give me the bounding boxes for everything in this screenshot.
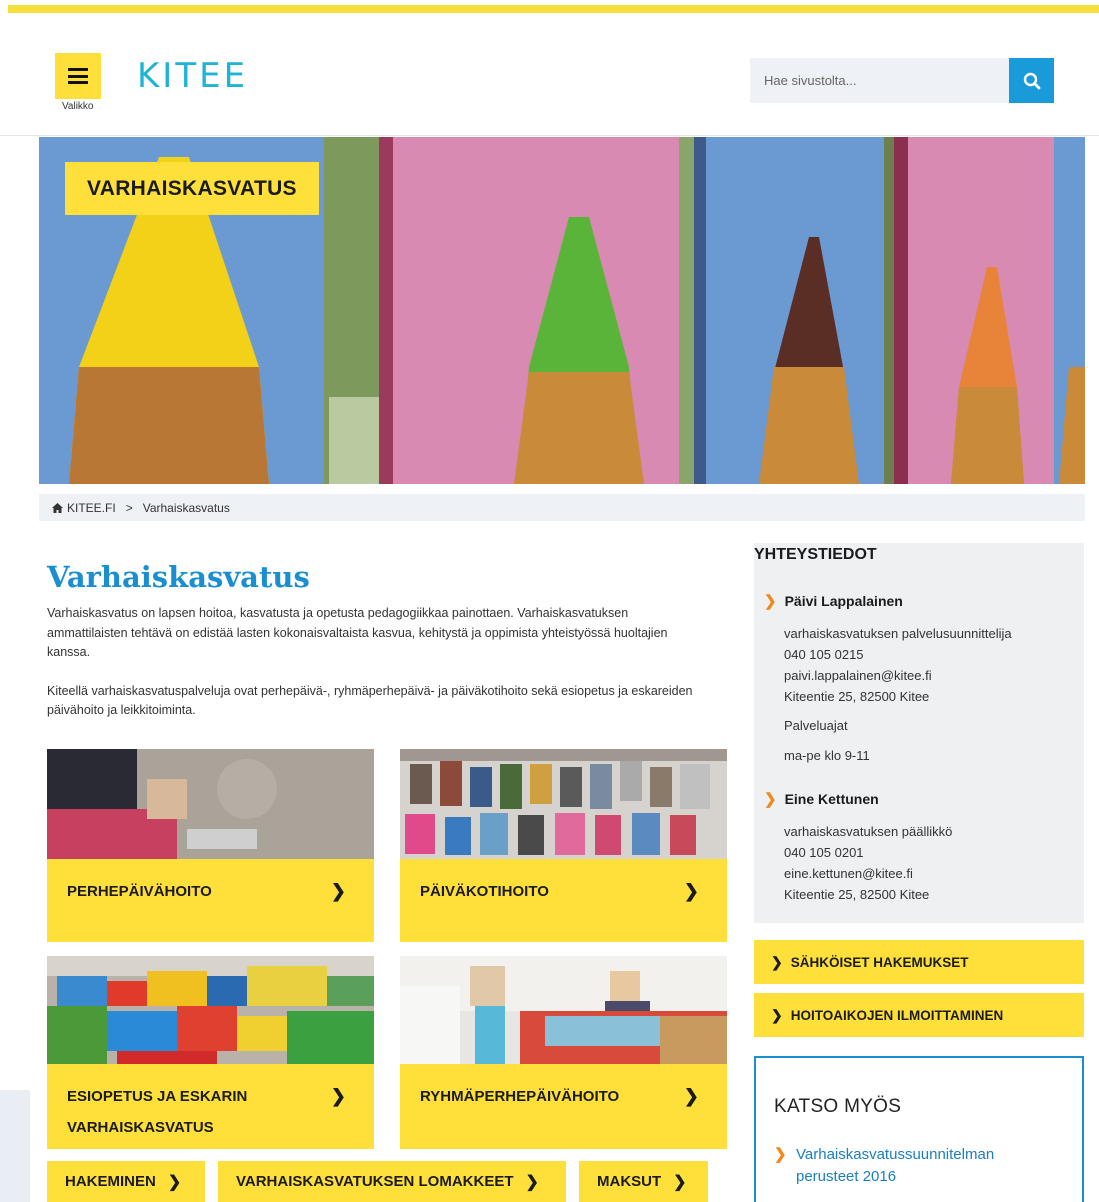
see-also-title: KATSO MYÖS [774, 1096, 902, 1117]
contact-title: varhaiskasvatuksen päällikkö [784, 824, 953, 839]
chevron-right-icon: ❯ [330, 881, 346, 901]
contact-phone[interactable]: 040 105 0201 [784, 842, 952, 863]
see-also-panel: KATSO MYÖS ❯ Varhaiskasvatussuunnitelman… [754, 1056, 1084, 1202]
card-paivakotihoito[interactable]: PÄIVÄKOTIHOITO ❯ [400, 749, 727, 942]
card-label: PÄIVÄKOTIHOITO [420, 883, 549, 900]
contact-name-text: Päivi Lappalainen [784, 593, 903, 609]
page-edge-shade [0, 1090, 30, 1202]
contact-email[interactable]: paivi.lappalainen@kitee.fi [784, 665, 1012, 686]
top-accent-line [8, 5, 1099, 13]
hamburger-icon [68, 68, 88, 84]
contact-details: varhaiskasvatuksen palvelusuunnittelija … [784, 623, 1012, 766]
intro-paragraph: Varhaiskasvatus on lapsen hoitoa, kasvat… [47, 606, 668, 659]
button-label: HAKEMINEN [65, 1173, 156, 1190]
search-bar [750, 58, 1054, 103]
contact-title: varhaiskasvatuksen palvelusuunnittelija [784, 626, 1012, 641]
child-chalk-photo [47, 749, 374, 859]
chevron-right-icon: ❯ [771, 1006, 783, 1023]
chevron-right-icon: ❯ [683, 1086, 699, 1106]
button-label: VARHAISKASVATUKSEN LOMAKKEET [236, 1173, 514, 1190]
search-input[interactable] [750, 58, 1009, 103]
breadcrumb: KITEE.FI > Varhaiskasvatus [39, 494, 1085, 521]
breadcrumb-current: Varhaiskasvatus [142, 500, 230, 515]
contact-address: Kiteentie 25, 82500 Kitee [784, 887, 930, 902]
shoe-rack-photo [400, 749, 727, 859]
hakeminen-button[interactable]: HAKEMINEN ❯ [47, 1161, 205, 1202]
section-badge: VARHAISKASVATUS [65, 162, 319, 215]
menu-label: Valikko [62, 101, 94, 112]
lomakkeet-button[interactable]: VARHAISKASVATUKSEN LOMAKKEET ❯ [218, 1161, 566, 1202]
top-accent-bar [0, 0, 1099, 13]
contact-phone[interactable]: 040 105 0215 [784, 644, 1012, 665]
contact-name: ❯ Päivi Lappalainen [764, 592, 903, 610]
page-title: Varhaiskasvatus [47, 560, 310, 594]
breadcrumb-home-link[interactable]: KITEE.FI [67, 501, 116, 515]
card-perhepaivahoito[interactable]: PERHEPÄIVÄHOITO ❯ [47, 749, 374, 942]
contact-name: ❯ Eine Kettunen [764, 790, 879, 808]
button-label: MAKSUT [597, 1173, 662, 1190]
chevron-right-icon: ❯ [683, 881, 699, 901]
electronic-applications-button[interactable]: ❯ SÄHKÖISET HAKEMUKSET [754, 940, 1084, 984]
service-hours: ma-pe klo 9-11 [784, 748, 870, 763]
chevron-right-icon: ❯ [525, 1173, 539, 1191]
care-times-button[interactable]: ❯ HOITOAIKOJEN ILMOITTAMINEN [754, 993, 1084, 1037]
contact-details: varhaiskasvatuksen päällikkö 040 105 020… [784, 821, 952, 905]
contacts-title: YHTEYSTIEDOT [754, 546, 877, 563]
button-label: SÄHKÖISET HAKEMUKSET [790, 954, 969, 970]
home-icon [52, 502, 63, 513]
intro-text: Varhaiskasvatus on lapsen hoitoa, kasvat… [47, 604, 707, 721]
search-button[interactable] [1009, 58, 1054, 103]
card-label-area: ESIOPETUS JA ESKARIN VARHAISKASVATUS ❯ [47, 1064, 374, 1149]
site-header: Valikko KITEE [0, 13, 1099, 136]
card-label: PERHEPÄIVÄHOITO [67, 883, 212, 900]
contact-address: Kiteentie 25, 82500 Kitee [784, 689, 930, 704]
arrow-right-icon: ❯ [764, 593, 777, 610]
card-ryhmaperhepaivahoito[interactable]: RYHMÄPERHEPÄIVÄHOITO ❯ [400, 956, 727, 1149]
card-label: RYHMÄPERHEPÄIVÄHOITO [420, 1088, 620, 1105]
breadcrumb-separator: > [125, 500, 133, 515]
contact-email[interactable]: eine.kettunen@kitee.fi [784, 863, 952, 884]
chevron-right-icon: ❯ [330, 1086, 346, 1106]
card-label-area: PERHEPÄIVÄHOITO ❯ [47, 859, 374, 942]
see-also-link-label: Varhaiskasvatussuunnitelman perusteet 20… [796, 1146, 995, 1185]
menu-button[interactable] [55, 53, 101, 99]
children-puzzle-photo [400, 956, 727, 1064]
lego-blocks-photo [47, 956, 374, 1064]
button-label: HOITOAIKOJEN ILMOITTAMINEN [790, 1007, 1004, 1023]
arrow-right-icon: ❯ [764, 791, 777, 808]
chevron-right-icon: ❯ [774, 1146, 787, 1163]
card-label-area: RYHMÄPERHEPÄIVÄHOITO ❯ [400, 1064, 727, 1149]
card-esiopetus[interactable]: ESIOPETUS JA ESKARIN VARHAISKASVATUS ❯ [47, 956, 374, 1149]
contact-name-text: Eine Kettunen [784, 791, 879, 807]
card-label-area: PÄIVÄKOTIHOITO ❯ [400, 859, 727, 942]
chevron-right-icon: ❯ [167, 1173, 182, 1191]
search-icon [1023, 72, 1040, 89]
maksut-button[interactable]: MAKSUT ❯ [579, 1161, 708, 1202]
intro-paragraph: Kiteellä varhaiskasvatuspalveluja ovat p… [47, 683, 693, 718]
service-hours-label: Palveluajat [784, 718, 848, 733]
chevron-right-icon: ❯ [771, 953, 783, 970]
card-label: ESIOPETUS JA ESKARIN VARHAISKASVATUS [67, 1088, 248, 1136]
site-logo[interactable]: KITEE [137, 56, 248, 96]
see-also-link[interactable]: ❯ Varhaiskasvatussuunnitelman perusteet … [774, 1144, 1054, 1188]
chevron-right-icon: ❯ [673, 1173, 687, 1191]
